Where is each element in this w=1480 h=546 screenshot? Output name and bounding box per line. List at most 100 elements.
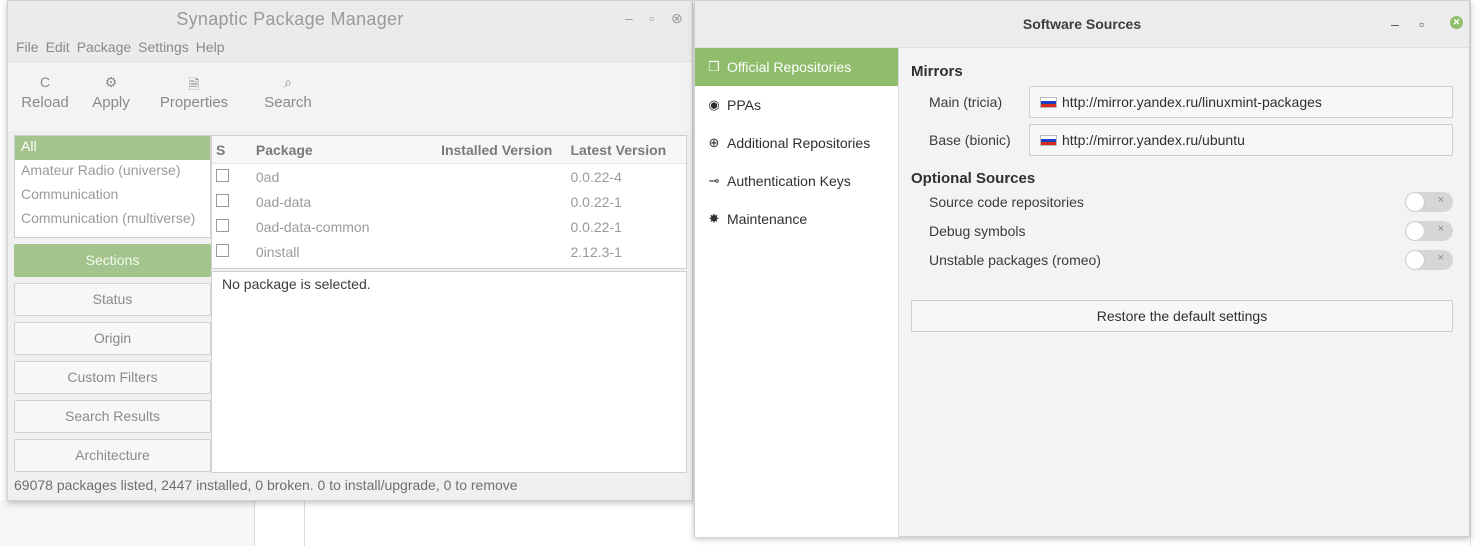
sidebar-item-label: Additional Repositories bbox=[727, 135, 871, 151]
restore-defaults-button[interactable]: Restore the default settings bbox=[911, 300, 1453, 332]
table-row[interactable]: 0ad 0.0.22-4 bbox=[212, 164, 686, 189]
package-name: 0ad-data bbox=[255, 193, 312, 210]
sidebar-item-maintenance[interactable]: ✸ Maintenance bbox=[695, 200, 898, 238]
option-label: Debug symbols bbox=[929, 222, 1026, 239]
option-debug-symbols: Debug symbols × bbox=[911, 216, 1455, 245]
close-icon[interactable]: ⊗ bbox=[671, 10, 683, 27]
unstable-packages-toggle[interactable]: × bbox=[1405, 249, 1453, 270]
globe-icon: ⊕ bbox=[708, 135, 720, 150]
debug-symbols-toggle[interactable]: × bbox=[1405, 220, 1453, 241]
maintenance-icon: ✸ bbox=[708, 211, 720, 226]
search-icon: ⌕ bbox=[284, 74, 292, 90]
latest-version: 0.0.22-4 bbox=[570, 168, 622, 185]
mirror-url: http://mirror.yandex.ru/ubuntu bbox=[1062, 132, 1245, 148]
sidebar-item-ppas[interactable]: ◉ PPAs bbox=[695, 86, 898, 124]
column-package[interactable]: Package bbox=[246, 142, 441, 158]
menu-package[interactable]: Package bbox=[77, 37, 138, 61]
mirror-label: Base (bionic) bbox=[929, 132, 1011, 148]
search-button[interactable]: ⌕ Search bbox=[244, 74, 332, 131]
background-window-column bbox=[0, 500, 255, 546]
package-list-header: S Package Installed Version Latest Versi… bbox=[212, 136, 686, 164]
package-checkbox[interactable] bbox=[216, 243, 229, 257]
properties-button[interactable]: 🗎 Properties bbox=[144, 74, 244, 131]
menu-file[interactable]: File bbox=[16, 37, 46, 61]
package-name: 0ad-data-common bbox=[255, 218, 370, 235]
origin-button[interactable]: Origin bbox=[14, 322, 211, 355]
software-sources-titlebar[interactable]: Software Sources – ▫ ✕ bbox=[695, 1, 1469, 48]
package-name: 0install bbox=[255, 243, 300, 260]
background-window-column bbox=[255, 500, 305, 546]
option-unstable-packages: Unstable packages (romeo) × bbox=[911, 245, 1455, 274]
section-item[interactable]: All bbox=[15, 136, 210, 160]
section-item[interactable]: Amateur Radio (universe) bbox=[15, 160, 210, 184]
option-source-code: Source code repositories × bbox=[911, 187, 1455, 216]
architecture-button[interactable]: Architecture bbox=[14, 439, 211, 472]
mirrors-heading: Mirrors bbox=[911, 63, 963, 80]
apply-label: Apply bbox=[92, 94, 130, 111]
column-installed-version[interactable]: Installed Version bbox=[441, 142, 570, 158]
mirror-url: http://mirror.yandex.ru/linuxmint-packag… bbox=[1062, 94, 1322, 110]
optional-sources-heading: Optional Sources bbox=[911, 170, 1036, 187]
window-title: Synaptic Package Manager bbox=[176, 9, 404, 29]
synaptic-titlebar[interactable]: Synaptic Package Manager – ▫ ⊗ bbox=[8, 1, 692, 37]
menu-help[interactable]: Help bbox=[196, 37, 232, 61]
option-label: Source code repositories bbox=[929, 193, 1084, 210]
package-name: 0ad bbox=[255, 168, 280, 185]
option-label: Unstable packages (romeo) bbox=[929, 251, 1101, 268]
reload-label: Reload bbox=[21, 94, 69, 111]
latest-version: 0.0.22-1 bbox=[570, 218, 622, 235]
minimize-icon[interactable]: – bbox=[625, 10, 633, 26]
sidebar-item-label: Maintenance bbox=[727, 211, 808, 227]
custom-filters-button[interactable]: Custom Filters bbox=[14, 361, 211, 394]
section-item[interactable]: Communication (multiverse) bbox=[15, 208, 210, 232]
section-item[interactable]: Communication bbox=[15, 184, 210, 208]
section-list[interactable]: All Amateur Radio (universe) Communicati… bbox=[14, 135, 211, 238]
maximize-icon[interactable]: ▫ bbox=[649, 10, 654, 26]
properties-label: Properties bbox=[159, 94, 229, 111]
menu-settings[interactable]: Settings bbox=[138, 37, 196, 61]
menu-edit[interactable]: Edit bbox=[46, 37, 77, 61]
table-row[interactable]: 0ad-data 0.0.22-1 bbox=[212, 189, 686, 214]
status-button[interactable]: Status bbox=[14, 283, 211, 316]
latest-version: 0.0.22-1 bbox=[570, 193, 622, 210]
sidebar-item-label: Official Repositories bbox=[727, 59, 852, 75]
close-icon[interactable]: ✕ bbox=[1450, 16, 1463, 29]
sidebar-item-official-repositories[interactable]: ❒ Official Repositories bbox=[695, 48, 898, 86]
maximize-icon[interactable]: ▫ bbox=[1419, 16, 1424, 32]
table-row[interactable]: 0ad-data-common 0.0.22-1 bbox=[212, 214, 686, 239]
apply-icon: ⚙ bbox=[104, 74, 118, 90]
main-mirror-button[interactable]: http://mirror.yandex.ru/linuxmint-packag… bbox=[1029, 86, 1453, 118]
column-latest-version[interactable]: Latest Version bbox=[571, 142, 687, 158]
background-window-edge bbox=[1470, 0, 1480, 546]
package-checkbox[interactable] bbox=[216, 193, 229, 207]
column-status[interactable]: S bbox=[212, 142, 246, 158]
mirror-row-main: Main (tricia) http://mirror.yandex.ru/li… bbox=[911, 86, 1455, 118]
table-row[interactable]: 0install 2.12.3-1 bbox=[212, 239, 686, 264]
status-bar: 69078 packages listed, 2447 installed, 0… bbox=[14, 477, 518, 493]
package-list: S Package Installed Version Latest Versi… bbox=[211, 135, 687, 269]
details-text: No package is selected. bbox=[222, 276, 371, 292]
latest-version: 2.12.3-1 bbox=[570, 243, 622, 260]
sidebar-item-additional-repositories[interactable]: ⊕ Additional Repositories bbox=[695, 124, 898, 162]
mirror-row-base: Base (bionic) http://mirror.yandex.ru/ub… bbox=[911, 124, 1455, 156]
synaptic-window: Synaptic Package Manager – ▫ ⊗ File Edit… bbox=[7, 0, 693, 501]
minimize-icon[interactable]: – bbox=[1391, 16, 1399, 32]
russia-flag-icon bbox=[1040, 96, 1057, 108]
official-repositories-panel: Mirrors Main (tricia) http://mirror.yand… bbox=[911, 48, 1455, 332]
apply-button[interactable]: ⚙ Apply bbox=[78, 74, 144, 131]
package-icon: ❒ bbox=[708, 59, 720, 74]
base-mirror-button[interactable]: http://mirror.yandex.ru/ubuntu bbox=[1029, 124, 1453, 156]
package-checkbox[interactable] bbox=[216, 168, 229, 182]
menu-bar: File Edit Package Settings Help bbox=[8, 37, 692, 61]
sections-button[interactable]: Sections bbox=[14, 244, 211, 277]
sidebar-item-label: Authentication Keys bbox=[727, 173, 851, 189]
sidebar-item-authentication-keys[interactable]: ⊸ Authentication Keys bbox=[695, 162, 898, 200]
source-code-toggle[interactable]: × bbox=[1405, 191, 1453, 212]
search-results-button[interactable]: Search Results bbox=[14, 400, 211, 433]
software-sources-window: Software Sources – ▫ ✕ ❒ Official Reposi… bbox=[694, 0, 1470, 537]
search-label: Search bbox=[264, 94, 312, 111]
properties-icon: 🗎 bbox=[188, 76, 200, 92]
reload-button[interactable]: C Reload bbox=[12, 74, 78, 131]
package-checkbox[interactable] bbox=[216, 218, 229, 232]
sidebar-item-label: PPAs bbox=[727, 97, 761, 113]
